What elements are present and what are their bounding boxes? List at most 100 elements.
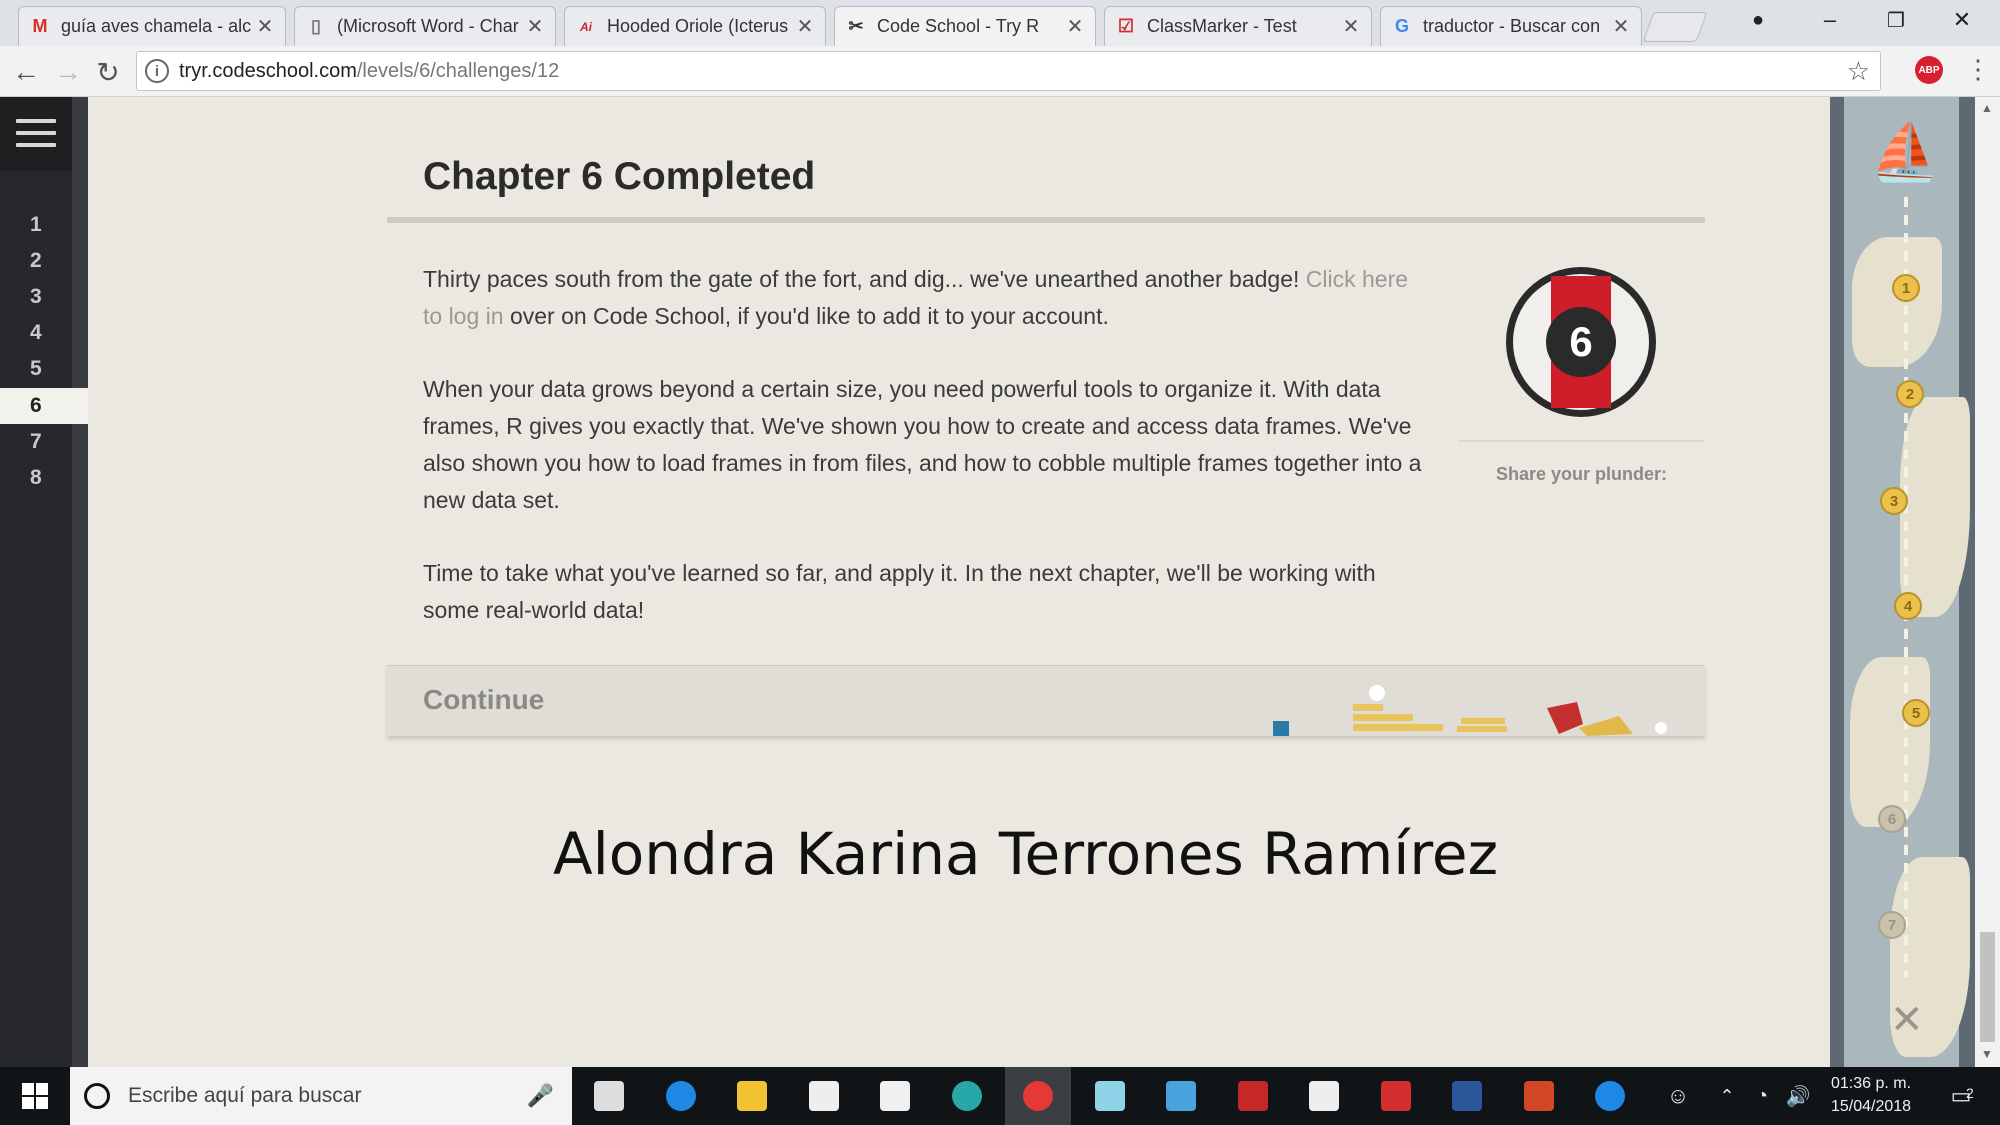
tab-strip: M guía aves chamela - alc ✕ ▯ (Microsoft… [0,0,2000,46]
taskbar-app-powerpoint[interactable] [1506,1067,1572,1125]
tab-classmarker[interactable]: ☑ ClassMarker - Test ✕ [1104,6,1372,46]
browser-menu-icon[interactable]: ⋮ [1965,54,1991,85]
tab-title: ClassMarker - Test [1147,16,1297,36]
close-icon[interactable]: ✕ [525,14,545,39]
taskbar-app-file-explorer[interactable] [719,1067,785,1125]
level-link-7[interactable]: 7 [0,424,88,460]
reload-button[interactable]: ↻ [90,54,126,90]
taskbar-app-notepad[interactable] [1077,1067,1143,1125]
taskbar-app-task-view[interactable] [576,1067,642,1125]
wifi-icon[interactable]: ◔ [1744,1067,1780,1125]
help-icon [1595,1081,1625,1111]
people-icon[interactable]: ☺ [1660,1067,1696,1125]
document-icon: ▯ [311,16,321,36]
back-button[interactable]: ← [8,54,44,90]
taskbar-search[interactable]: Escribe aquí para buscar 🎤 [70,1067,572,1125]
tab-code-school[interactable]: ✂ Code School - Try R ✕ [834,6,1096,46]
tab-title: Code School - Try R [877,16,1040,36]
close-icon[interactable]: ✕ [795,14,815,39]
page-title: Chapter 6 Completed [423,155,816,198]
close-icon[interactable]: ✕ [1611,14,1631,39]
taskbar-app-arduino[interactable] [934,1067,1000,1125]
scroll-up-icon[interactable]: ▲ [1981,101,1993,115]
map-point-5[interactable]: 5 [1902,699,1930,727]
paragraph-text: over on Code School, if you'd like to ad… [503,303,1109,329]
page-viewport: 1 2 3 4 5 6 7 8 Chapter 6 Completed Thir… [0,97,2000,1067]
taskbar-app-word[interactable] [1434,1067,1500,1125]
map-point-2[interactable]: 2 [1896,380,1924,408]
map-point-1[interactable]: 1 [1892,274,1920,302]
paragraph-summary: When your data grows beyond a certain si… [423,376,1422,513]
taskbar-app-outlook[interactable] [1148,1067,1214,1125]
author-name: Alondra Karina Terrones Ramírez [553,820,1499,888]
paragraph-next-chapter: Time to take what you've learned so far,… [423,560,1376,623]
tab-word-document[interactable]: ▯ (Microsoft Word - Char ✕ [294,6,556,46]
restore-button[interactable]: ❐ [1866,0,1926,40]
new-tab-button[interactable] [1642,12,1708,42]
info-icon[interactable]: i [145,59,169,83]
microphone-icon[interactable]: 🎤 [527,1083,554,1109]
level-link-3[interactable]: 3 [0,279,88,315]
notification-count: 2 [1966,1085,1974,1101]
start-button[interactable] [0,1067,70,1125]
taskbar-app-acrobat[interactable] [1363,1067,1429,1125]
map-point-4[interactable]: 4 [1894,592,1922,620]
tab-title: traductor - Buscar con [1423,16,1601,36]
map-point-3[interactable]: 3 [1880,487,1908,515]
map-point-6[interactable]: 6 [1878,805,1906,833]
action-center-icon[interactable]: ▭ 2 [1936,1067,1986,1125]
close-icon[interactable]: ✕ [1065,14,1085,39]
taskbar-app-store[interactable] [791,1067,857,1125]
scrollbar[interactable]: ▲ ▼ [1975,97,2000,1067]
clock-time: 01:36 p. m. [1830,1075,1912,1092]
profile-icon[interactable]: ● [1728,0,1788,40]
google-icon: G [1394,16,1409,36]
taskbar-app-movies[interactable] [1291,1067,1357,1125]
close-window-button[interactable]: ✕ [1932,0,1992,40]
taskbar-app-help[interactable] [1577,1067,1643,1125]
hamburger-icon [16,119,56,155]
tab-google-translate[interactable]: G traductor - Buscar con ✕ [1380,6,1642,46]
dropbox-icon [880,1081,910,1111]
adblock-extension-icon[interactable]: ABP [1915,56,1943,84]
level-link-4[interactable]: 4 [0,315,88,351]
map-point-7[interactable]: 7 [1878,911,1906,939]
address-bar[interactable]: i tryr.codeschool.com/levels/6/challenge… [136,51,1881,91]
store-icon [808,1081,839,1111]
share-divider [1459,440,1704,442]
paragraph-badge: Thirty paces south from the gate of the … [423,261,1433,335]
menu-button[interactable] [0,97,72,171]
title-divider [387,217,1705,223]
volume-icon[interactable]: 🔊 [1780,1067,1816,1125]
gmail-icon: M [32,16,48,36]
taskbar-app-mendeley[interactable] [1220,1067,1286,1125]
continue-button[interactable]: Continue [387,665,1705,736]
scrollbar-thumb[interactable] [1980,932,1995,1042]
level-link-2[interactable]: 2 [0,243,88,279]
forward-button[interactable]: → [50,54,86,90]
progress-map: ⛵ 1 2 3 4 5 6 7 ✕ ▲ ▼ [1830,97,2000,1067]
url-text: tryr.codeschool.com/levels/6/challenges/… [179,60,559,83]
taskbar-app-edge[interactable] [648,1067,714,1125]
map-path [1904,197,1908,977]
tab-gmail[interactable]: M guía aves chamela - alc ✕ [18,6,286,46]
bookmark-star-icon[interactable]: ☆ [1847,56,1870,87]
show-hidden-icons-icon[interactable]: ⌃ [1712,1067,1742,1125]
chapter-badge: 6 [1506,267,1656,417]
system-clock[interactable]: 01:36 p. m. 15/04/2018 [1816,1072,1926,1118]
level-link-6[interactable]: 6 [0,388,88,424]
close-icon[interactable]: ✕ [255,14,275,39]
level-link-5[interactable]: 5 [0,351,88,387]
url-host: tryr.codeschool.com [179,59,357,82]
taskbar-app-dropbox[interactable] [862,1067,928,1125]
map-land [1852,237,1942,367]
taskbar-app-chrome[interactable] [1005,1067,1071,1125]
minimize-button[interactable]: – [1800,0,1860,40]
level-link-8[interactable]: 8 [0,460,88,496]
scroll-down-icon[interactable]: ▼ [1981,1047,1993,1061]
outlook-icon [1166,1081,1196,1111]
close-icon[interactable]: ✕ [1341,14,1361,39]
level-link-1[interactable]: 1 [0,207,88,243]
tab-hooded-oriole[interactable]: Ai Hooded Oriole (Icterus ✕ [564,6,826,46]
arduino-icon [951,1081,982,1111]
